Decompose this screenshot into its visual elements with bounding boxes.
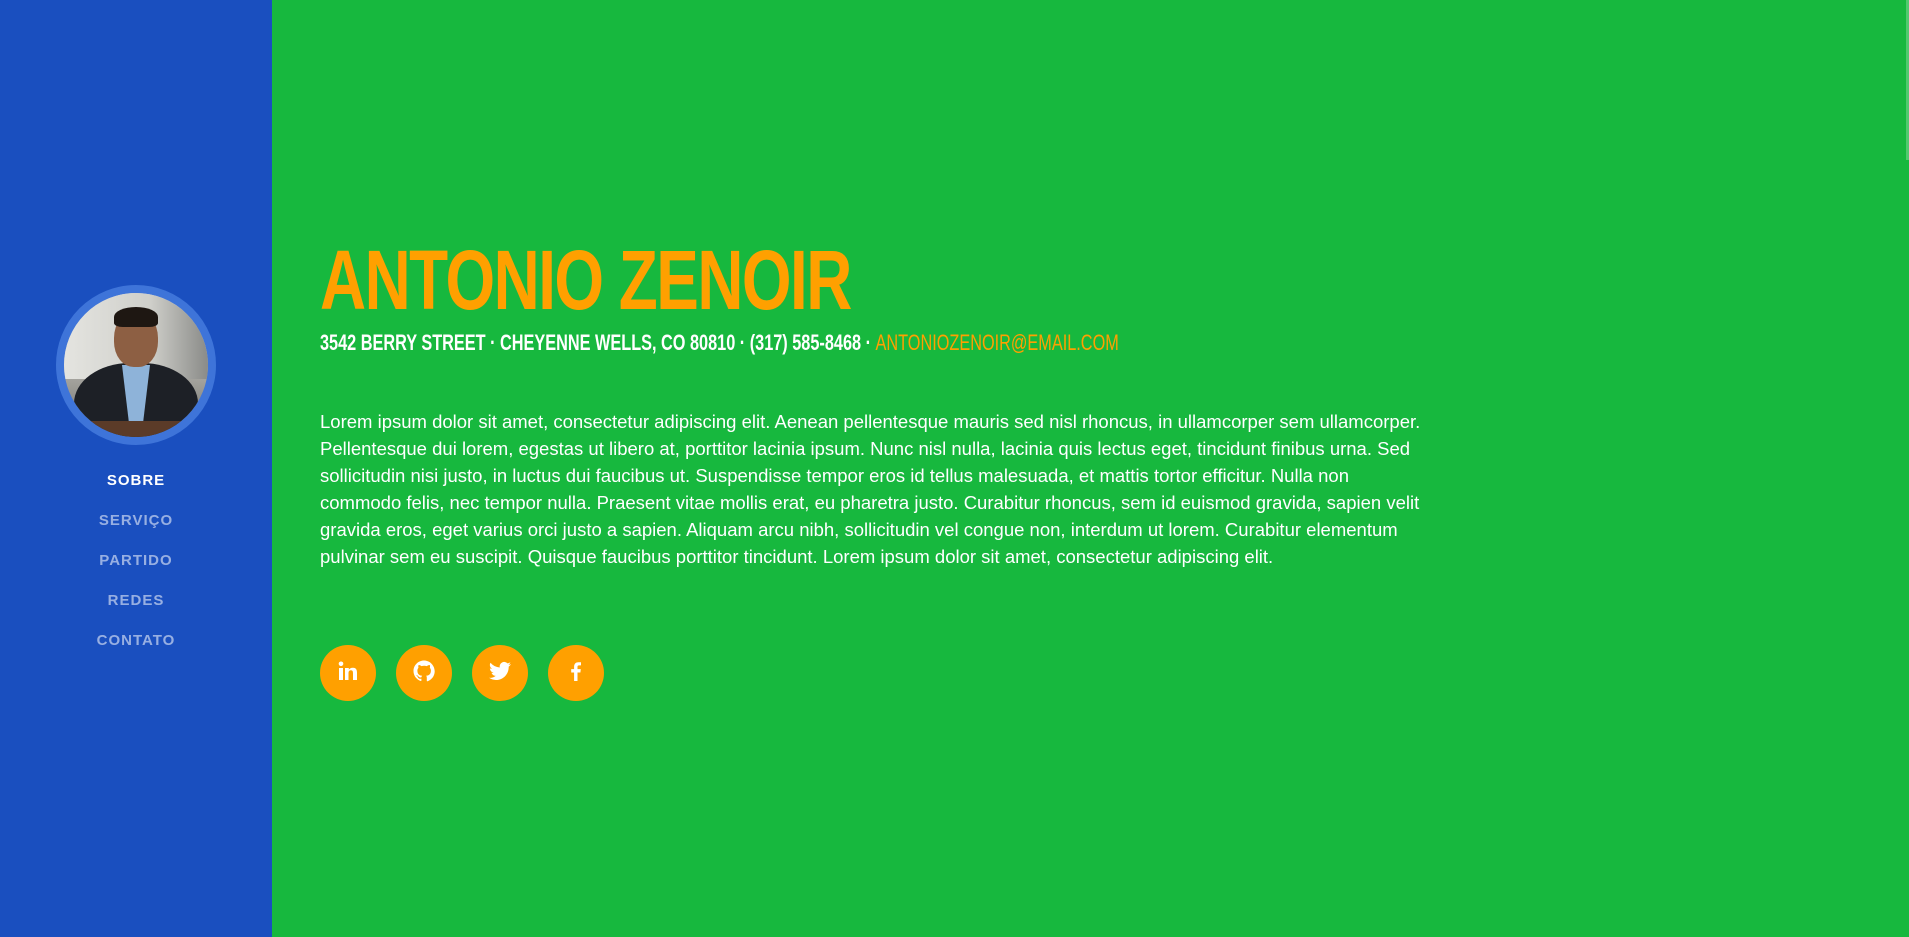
nav-item-contato[interactable]: CONTATO bbox=[0, 626, 272, 666]
email-link[interactable]: ANTONIOZENOIR@EMAIL.COM bbox=[876, 330, 1119, 355]
github-icon bbox=[412, 659, 436, 688]
github-button[interactable] bbox=[396, 645, 452, 701]
contact-line: 3542 BERRY STREET · CHEYENNE WELLS, CO 8… bbox=[320, 329, 1119, 357]
sidebar: SOBRE SERVIÇO PARTIDO REDES CONTATO bbox=[0, 0, 272, 937]
bio-paragraph: Lorem ipsum dolor sit amet, consectetur … bbox=[320, 411, 1421, 567]
facebook-button[interactable] bbox=[548, 645, 604, 701]
social-links bbox=[320, 645, 604, 701]
nav-item-partido[interactable]: PARTIDO bbox=[0, 546, 272, 586]
facebook-icon bbox=[564, 659, 588, 688]
nav-item-redes[interactable]: REDES bbox=[0, 586, 272, 626]
linkedin-icon bbox=[336, 659, 360, 688]
page-title: ANTONIO ZENOIR bbox=[320, 233, 852, 327]
nav-item-servico[interactable]: SERVIÇO bbox=[0, 506, 272, 546]
twitter-icon bbox=[488, 659, 512, 688]
nav-item-sobre[interactable]: SOBRE bbox=[0, 466, 272, 506]
sidebar-nav: SOBRE SERVIÇO PARTIDO REDES CONTATO bbox=[0, 466, 272, 666]
profile-avatar bbox=[56, 285, 216, 445]
main-content: ANTONIO ZENOIR 3542 BERRY STREET · CHEYE… bbox=[272, 0, 1909, 937]
address-text: 3542 BERRY STREET · CHEYENNE WELLS, CO 8… bbox=[320, 330, 876, 355]
linkedin-button[interactable] bbox=[320, 645, 376, 701]
twitter-button[interactable] bbox=[472, 645, 528, 701]
